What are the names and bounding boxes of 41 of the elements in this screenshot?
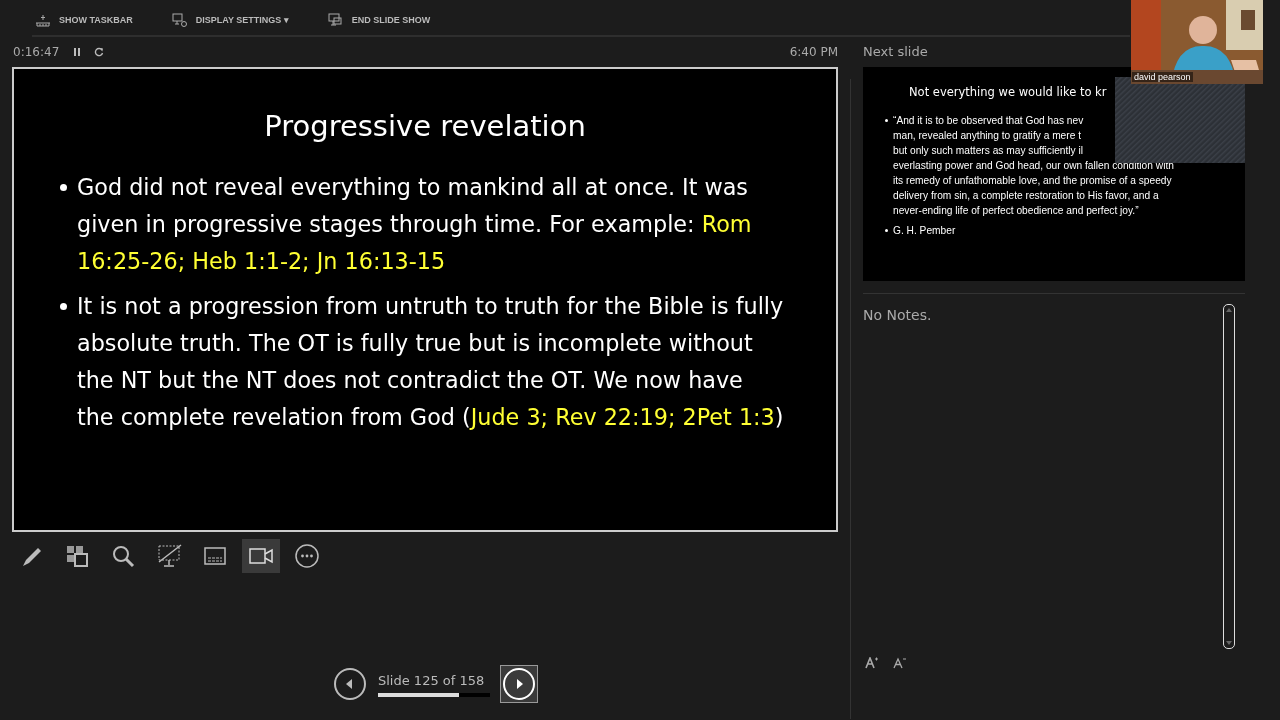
clock-time: 6:40 PM — [789, 45, 838, 59]
font-decrease-icon[interactable] — [893, 657, 907, 669]
quote-line: but only such matters as may sufficiently il — [893, 144, 1085, 158]
font-increase-icon[interactable] — [865, 657, 879, 669]
video-camera-button[interactable] — [242, 539, 280, 573]
scroll-down-icon[interactable] — [1225, 640, 1233, 646]
bullet-icon — [885, 229, 888, 232]
search-icon — [110, 543, 136, 569]
slide-title: Progressive revelation — [263, 109, 587, 143]
elapsed-time: 0:16:47 — [13, 45, 60, 59]
panel-heading: Next slide — [863, 43, 929, 61]
quote-line: G. H. Pember — [893, 224, 956, 238]
notes-text: No Notes. — [863, 307, 933, 325]
bullet-icon — [60, 303, 67, 310]
quote-line: man, revealed anything to gratify a mere t — [893, 129, 1082, 143]
toolbar-button[interactable]: DISPLAY SETTINGS ▾ — [168, 9, 291, 30]
quote-line: “And it is to be observed that God has nev — [893, 114, 1085, 128]
scrollbar[interactable] — [1223, 304, 1235, 649]
bullet-text: It is not a progression from untruth to truth for the Bible is fully absolute truth. The OT is fully true but is incomplete without the NT but the NT does not contradict the OT. We now have the complete revelation from God (Jude 3; Rev 22:19; 2Pet 1:3) — [77, 292, 784, 432]
restart-icon[interactable] — [93, 46, 106, 58]
monitor-gear-icon — [170, 11, 187, 28]
bullet-icon — [60, 184, 67, 191]
more-icon — [294, 543, 320, 569]
quote-line: its remedy of unfathomable love, and the promise of a speedy — [893, 174, 1173, 188]
bullet-text: God did not reveal everything to mankind all at once. It was given in progressive stages through time. For example: Rom 16:25-26; Heb 1:1-2; Jn 16:13-15 — [77, 173, 753, 276]
screens-icon — [326, 11, 343, 28]
bullet-icon — [885, 119, 888, 122]
next-button[interactable] — [500, 665, 538, 703]
slides-icon — [64, 543, 90, 569]
toolbar-button[interactable]: END SLIDE SHOW — [324, 9, 433, 30]
slide-counter: Slide 125 of 158 — [378, 671, 486, 689]
participant-name: david pearson — [1132, 72, 1193, 82]
next-icon — [502, 667, 536, 701]
scroll-up-icon[interactable] — [1225, 307, 1233, 313]
slide-title: Not everything we would like to kr — [909, 85, 1107, 99]
quote-line: never-ending life of perfect obedience and perfect joy.” — [893, 204, 1140, 218]
quote-line: delivery from sin, a complete restoration to His favor, and a — [893, 189, 1160, 203]
toolbar-button[interactable]: SHOW TASKBAR — [32, 9, 135, 30]
previous-icon — [333, 667, 367, 701]
previous-button[interactable] — [332, 666, 368, 702]
monitor-icon — [156, 543, 182, 569]
